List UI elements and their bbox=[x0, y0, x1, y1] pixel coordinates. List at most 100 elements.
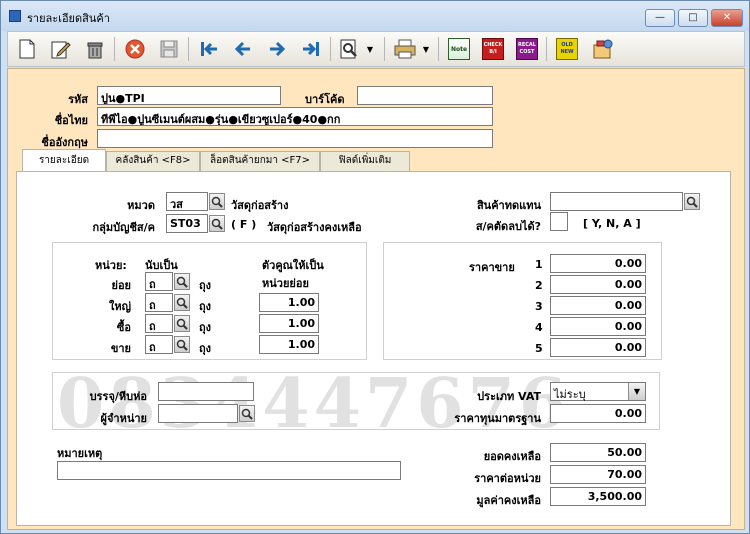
minimize-button[interactable]: — bbox=[645, 9, 675, 27]
english-name-field[interactable] bbox=[97, 129, 493, 148]
search-icon bbox=[176, 276, 188, 288]
tab-detail[interactable]: รายละเอียด bbox=[22, 149, 106, 171]
vendor-lookup-button[interactable] bbox=[239, 405, 255, 422]
standard-cost-field[interactable]: 0.00 bbox=[550, 404, 646, 423]
next-record-button[interactable] bbox=[264, 36, 290, 62]
price-1-field[interactable]: 0.00 bbox=[550, 254, 646, 273]
code-label: รหัส bbox=[68, 93, 88, 106]
account-group-code-field[interactable]: ST03 bbox=[166, 214, 208, 233]
first-record-button[interactable] bbox=[196, 36, 222, 62]
old-new-button[interactable]: OLD NEW bbox=[554, 36, 580, 62]
thai-name-label: ชื่อไทย bbox=[54, 114, 88, 127]
price-3-field[interactable]: 0.00 bbox=[550, 296, 646, 315]
find-dropdown-arrow[interactable]: ▼ bbox=[364, 36, 376, 62]
new-label: NEW bbox=[560, 49, 574, 55]
unit-purchase-label: ซื้อ bbox=[116, 321, 131, 334]
last-record-button[interactable] bbox=[298, 36, 324, 62]
account-group-lookup-button[interactable] bbox=[209, 215, 225, 232]
search-icon bbox=[176, 297, 188, 309]
unit-small-code[interactable]: ถ bbox=[145, 272, 173, 291]
unit-purchase-multiplier[interactable]: 1.00 bbox=[259, 314, 319, 333]
tab-carried-lots[interactable]: ล็อตสินค้ายกมา <F7> bbox=[200, 151, 320, 171]
price-5-label: 5 bbox=[535, 342, 543, 355]
account-group-flag: ( F ) bbox=[231, 218, 257, 231]
substitute-lookup-button[interactable] bbox=[684, 193, 700, 210]
unit-purchase-lookup-button[interactable] bbox=[174, 315, 190, 332]
deletable-field[interactable] bbox=[550, 212, 568, 231]
multiplier-header: ตัวคูณให้เป็น bbox=[262, 259, 324, 272]
close-window-button[interactable]: ✕ bbox=[711, 9, 743, 27]
search-icon bbox=[176, 339, 188, 351]
barcode-field[interactable] bbox=[357, 86, 493, 105]
balance-field[interactable]: 50.00 bbox=[550, 443, 646, 462]
code-field[interactable]: ปูน●TPI bbox=[97, 86, 281, 105]
unit-sale-multiplier[interactable]: 1.00 bbox=[259, 335, 319, 354]
price-2-field[interactable]: 0.00 bbox=[550, 275, 646, 294]
previous-record-button[interactable] bbox=[230, 36, 256, 62]
unit-small-label: ย่อย bbox=[111, 279, 132, 292]
maximize-button[interactable]: □ bbox=[678, 9, 708, 27]
search-icon bbox=[176, 318, 188, 330]
tab-extra-fields[interactable]: ฟิลด์เพิ่มเติม bbox=[320, 151, 410, 171]
note-icon: Note bbox=[448, 38, 470, 60]
category-label: หมวด bbox=[127, 199, 155, 212]
unit-purchase-code[interactable]: ถ bbox=[145, 314, 173, 333]
cancel-icon bbox=[125, 39, 145, 59]
check-label: CHECK bbox=[483, 42, 503, 48]
category-lookup-button[interactable] bbox=[209, 193, 225, 210]
unit-large-code[interactable]: ถ bbox=[145, 293, 173, 312]
find-button[interactable] bbox=[336, 36, 362, 62]
app-window: รายละเอียดสินค้า — □ ✕ ▼ ▼ Note CHECK B/… bbox=[0, 0, 750, 534]
barcode-label: บาร์โค้ด bbox=[305, 93, 345, 106]
save-button[interactable] bbox=[156, 36, 182, 62]
check-bi-button[interactable]: CHECK B/I bbox=[480, 36, 506, 62]
cancel-button[interactable] bbox=[122, 36, 148, 62]
unit-price-field[interactable]: 70.00 bbox=[550, 465, 646, 484]
remark-field[interactable] bbox=[57, 461, 401, 480]
unit-small-lookup-button[interactable] bbox=[174, 273, 190, 290]
unit-price-label: ราคาต่อหน่วย bbox=[474, 472, 541, 485]
substitute-field[interactable] bbox=[550, 192, 683, 211]
price-5-field[interactable]: 0.00 bbox=[550, 338, 646, 357]
price-4-field[interactable]: 0.00 bbox=[550, 317, 646, 336]
unit-large-multiplier[interactable]: 1.00 bbox=[259, 293, 319, 312]
old-label: OLD bbox=[561, 42, 573, 48]
price-3-label: 3 bbox=[535, 300, 543, 313]
delete-button[interactable] bbox=[82, 36, 108, 62]
new-document-icon bbox=[19, 39, 35, 59]
substitute-label: สินค้าทดแทน bbox=[476, 199, 541, 212]
category-code-field[interactable]: วส bbox=[166, 192, 208, 211]
settings-button[interactable] bbox=[590, 36, 616, 62]
print-button[interactable] bbox=[392, 36, 418, 62]
thai-name-field[interactable]: ทีพีไอ●ปูนซีเมนต์ผสม●รุ่น●เขียวซูเปอร์●4… bbox=[97, 107, 493, 126]
vendor-field[interactable] bbox=[158, 404, 238, 423]
print-dropdown-arrow[interactable]: ▼ bbox=[420, 36, 432, 62]
trash-icon bbox=[87, 42, 103, 59]
new-document-button[interactable] bbox=[14, 36, 40, 62]
total-value-field[interactable]: 3,500.00 bbox=[550, 487, 646, 506]
unit-large-lookup-button[interactable] bbox=[174, 294, 190, 311]
category-name: วัสดุก่อสร้าง bbox=[231, 199, 289, 212]
arrow-right-icon bbox=[270, 41, 286, 57]
edit-button[interactable] bbox=[48, 36, 74, 62]
vat-type-value: ไม่ระบุ bbox=[554, 388, 586, 401]
settings-icon bbox=[593, 39, 613, 59]
check-bi-icon: CHECK B/I bbox=[482, 38, 504, 60]
tab-warehouse[interactable]: คลังสินค้า <F8> bbox=[106, 151, 200, 171]
note-button[interactable]: Note bbox=[446, 36, 472, 62]
recalc-cost-icon: RECAL COST bbox=[516, 38, 538, 60]
chevron-down-icon[interactable]: ▼ bbox=[628, 383, 645, 400]
search-icon bbox=[241, 408, 253, 420]
deletable-options: [ Y, N, A ] bbox=[583, 217, 641, 230]
vat-type-select[interactable]: ไม่ระบุ ▼ bbox=[550, 382, 646, 401]
unit-sale-code[interactable]: ถ bbox=[145, 335, 173, 354]
remark-label: หมายเหตุ bbox=[57, 447, 103, 460]
unit-sale-lookup-button[interactable] bbox=[174, 336, 190, 353]
recalc-cost-button[interactable]: RECAL COST bbox=[514, 36, 540, 62]
search-icon bbox=[686, 196, 698, 208]
account-group-name: วัสดุก่อสร้างคงเหลือ bbox=[267, 221, 362, 234]
total-value-label: มูลค่าคงเหลือ bbox=[476, 494, 541, 507]
first-record-icon bbox=[201, 42, 217, 56]
packing-field[interactable] bbox=[158, 382, 254, 401]
deletable-label: ส/คตัดลบได้? bbox=[475, 220, 541, 233]
